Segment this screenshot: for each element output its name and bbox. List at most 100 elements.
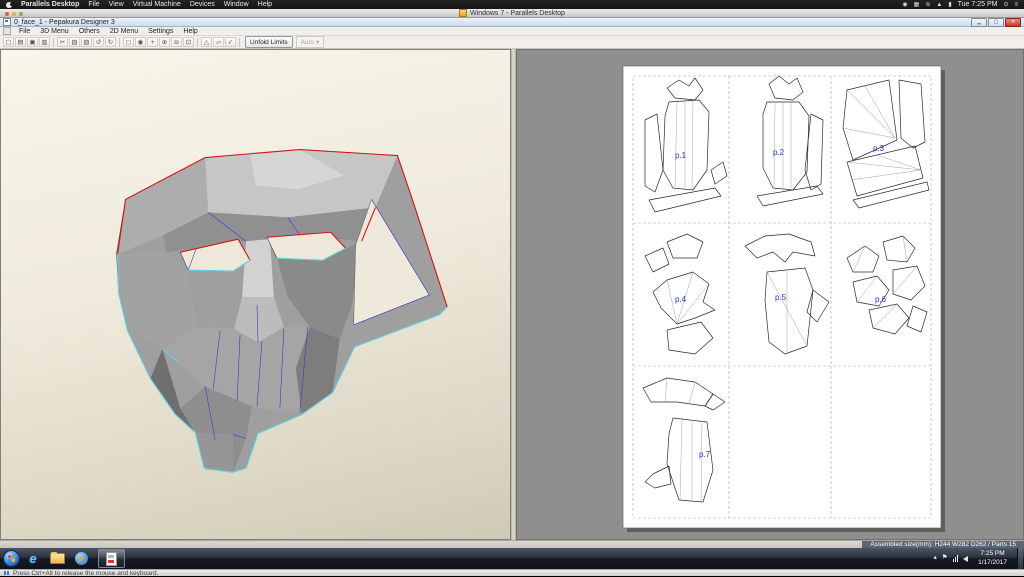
keyboard-layout-icon[interactable]: ▦	[914, 2, 920, 8]
mask-nose-bridge-facet	[242, 239, 274, 305]
mac-menu-app-name[interactable]: Parallels Desktop	[21, 1, 79, 8]
pan-view-icon[interactable]: +	[147, 37, 158, 47]
mac-menu-devices[interactable]: Devices	[190, 1, 215, 8]
mouse-capture-message: Press Ctrl+Alt to release the mouse and …	[13, 569, 159, 577]
windows-flag-icon	[8, 554, 15, 563]
windows-taskbar: e ▴ ⚑ 7:25 PM 1/17/2017	[0, 548, 1024, 569]
menu-file[interactable]: File	[14, 28, 35, 35]
mac-menu-virtual-machine[interactable]: Virtual Machine	[133, 1, 181, 8]
action-center-icon[interactable]: ⚑	[942, 555, 948, 562]
folder-icon	[49, 552, 65, 564]
copy-icon[interactable]: ▧	[69, 37, 80, 47]
windows-flag-icon	[4, 570, 9, 576]
taskbar-clock[interactable]: 7:25 PM 1/17/2017	[973, 550, 1012, 567]
pattern-page-svg: p.1 p.2 p.3 p.4 p.5 p.6 p.7	[622, 65, 945, 532]
2d-pattern-viewport[interactable]: p.1 p.2 p.3 p.4 p.5 p.6 p.7	[516, 49, 1024, 540]
document-icon	[3, 27, 11, 35]
pepakura-menubar: File 3D Menu Others 2D Menu Settings Hel…	[0, 27, 1024, 36]
parallels-titlebar[interactable]: Windows 7 - Parallels Desktop	[0, 9, 1024, 18]
taskbar-time: 7:25 PM	[980, 550, 1005, 558]
mac-menu-view[interactable]: View	[109, 1, 124, 8]
pepakura-toolbar: ▢ ▤ ▣ ▥ ✂ ▧ ▨ ↺ ↻ ◻ ◉ + ⊕ ⊖ ⊡ △ ▱ ✓ Unfo…	[0, 36, 1024, 49]
toolbar-separator	[119, 37, 120, 47]
3d-mask-model[interactable]	[1, 50, 510, 539]
toolbar-separator	[53, 37, 54, 47]
system-tray: ▴ ⚑ 7:25 PM 1/17/2017	[933, 548, 1024, 569]
zoom-out-icon[interactable]: ⊖	[171, 37, 182, 47]
mac-clock[interactable]: Tue 7:25 PM	[958, 1, 998, 8]
select-icon[interactable]: ◻	[123, 37, 134, 47]
internet-explorer-button[interactable]: e	[22, 549, 44, 568]
print-icon[interactable]: ▥	[39, 37, 50, 47]
mac-menu-window[interactable]: Window	[224, 1, 249, 8]
pepakura-icon	[106, 551, 117, 566]
open-file-icon[interactable]: ▤	[15, 37, 26, 47]
hidden-icons-chevron[interactable]: ▴	[933, 555, 936, 562]
battery-icon[interactable]: ▮	[948, 2, 951, 8]
zoom-window-button[interactable]	[19, 11, 23, 16]
fit-view-icon[interactable]: ⊡	[183, 37, 194, 47]
close-button[interactable]: ✕	[1005, 17, 1021, 27]
show-edges-icon[interactable]: △	[201, 37, 212, 47]
menu-others[interactable]: Others	[74, 28, 105, 35]
toolbar-separator	[239, 37, 240, 47]
undo-icon[interactable]: ↺	[93, 37, 104, 47]
parallels-status-icon[interactable]: ◉	[902, 2, 907, 8]
rotate-view-icon[interactable]: ◉	[135, 37, 146, 47]
3d-viewport[interactable]	[0, 49, 511, 540]
pattern-label: p.3	[873, 144, 885, 153]
vm-icon	[459, 9, 468, 17]
cut-icon[interactable]: ✂	[57, 37, 68, 47]
menu-3d[interactable]: 3D Menu	[35, 28, 73, 35]
pattern-label: p.6	[875, 295, 887, 304]
show-desktop-button[interactable]	[1017, 548, 1023, 569]
windows-explorer-button[interactable]	[46, 549, 68, 568]
menu-2d[interactable]: 2D Menu	[105, 28, 143, 35]
chevron-down-icon: ▾	[315, 39, 320, 46]
menu-help[interactable]: Help	[178, 28, 202, 35]
save-file-icon[interactable]: ▣	[27, 37, 38, 47]
bluetooth-icon[interactable]: ≋	[925, 2, 930, 8]
pepakura-statusbar: Assembled size(mm): H244 W282 D262 / Par…	[0, 540, 1024, 549]
parallels-window-title: Windows 7 - Parallels Desktop	[470, 9, 565, 17]
pepakura-titlebar[interactable]: 0_face_1 - Pepakura Designer 3 ▁ ▢ ✕	[0, 17, 1024, 27]
internet-explorer-icon: e	[29, 551, 37, 566]
minimize-window-button[interactable]	[12, 11, 16, 16]
paste-icon[interactable]: ▨	[81, 37, 92, 47]
menu-settings[interactable]: Settings	[143, 28, 178, 35]
show-flaps-icon[interactable]: ▱	[213, 37, 224, 47]
mac-menu-help[interactable]: Help	[258, 1, 272, 8]
auto-dropdown[interactable]: Auto ▾	[295, 36, 325, 48]
pepakura-main-area: p.1 p.2 p.3 p.4 p.5 p.6 p.7	[0, 49, 1024, 540]
screen: Parallels Desktop File View Virtual Mach…	[0, 0, 1024, 577]
pattern-label: p.2	[773, 148, 785, 157]
parallels-bottom-statusbar: Press Ctrl+Alt to release the mouse and …	[0, 569, 1024, 577]
toolbar-separator	[197, 37, 198, 47]
media-player-icon	[74, 552, 88, 565]
check-layout-icon[interactable]: ✓	[225, 37, 236, 47]
redo-icon[interactable]: ↻	[105, 37, 116, 47]
unfold-limits-button[interactable]: Unfold Limits	[245, 36, 293, 48]
zoom-in-icon[interactable]: ⊕	[159, 37, 170, 47]
apple-menu-icon[interactable]	[6, 1, 13, 8]
pattern-label: p.7	[699, 450, 711, 459]
pattern-label: p.4	[675, 295, 687, 304]
window-traffic-lights[interactable]	[5, 11, 23, 16]
volume-icon[interactable]	[963, 555, 969, 562]
start-button[interactable]	[3, 550, 20, 567]
close-window-button[interactable]	[5, 11, 9, 16]
maximize-button[interactable]: ▢	[988, 17, 1004, 27]
pattern-label: p.1	[675, 151, 687, 160]
pepakura-taskbar-button[interactable]	[98, 549, 125, 568]
pattern-label: p.5	[775, 293, 787, 302]
mac-menubar: Parallels Desktop File View Virtual Mach…	[0, 0, 1024, 9]
notification-center-icon[interactable]: ≡	[1014, 2, 1018, 8]
wifi-icon[interactable]: ▲	[936, 2, 942, 8]
media-player-button[interactable]	[70, 549, 92, 568]
mac-menu-file[interactable]: File	[88, 1, 99, 8]
new-file-icon[interactable]: ▢	[3, 37, 14, 47]
network-icon[interactable]	[952, 555, 959, 562]
minimize-button[interactable]: ▁	[971, 17, 987, 27]
pepakura-app-icon	[3, 18, 11, 26]
spotlight-icon[interactable]: ⊙	[1003, 2, 1008, 8]
